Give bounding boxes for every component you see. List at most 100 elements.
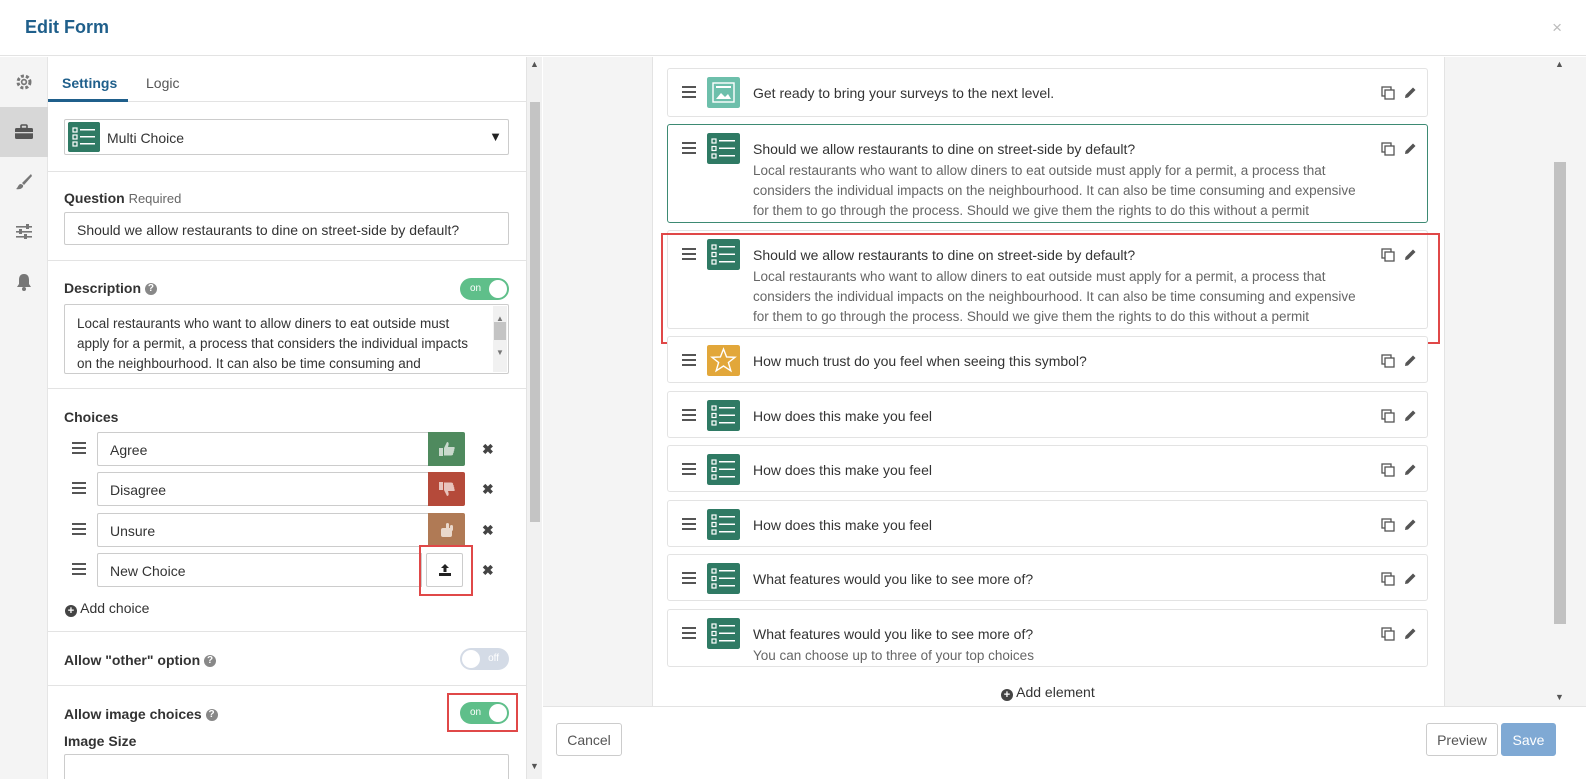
copy-icon[interactable]: [1381, 354, 1395, 368]
drag-handle-icon[interactable]: [682, 627, 696, 639]
element-title: What features would you like to see more…: [753, 626, 1034, 642]
form-element-card[interactable]: What features would you like to see more…: [667, 609, 1428, 667]
element-description: You can choose up to three of your top c…: [753, 648, 1034, 663]
copy-icon[interactable]: [1381, 627, 1395, 641]
highlight-box: [447, 693, 518, 732]
drag-handle-icon[interactable]: [72, 442, 86, 454]
choice-row: Agree ✖: [64, 432, 494, 466]
element-description: Local restaurants who want to allow dine…: [753, 163, 1356, 218]
drag-handle-icon[interactable]: [682, 463, 696, 475]
choice-input[interactable]: Disagree: [97, 472, 430, 506]
copy-icon[interactable]: [1381, 86, 1395, 100]
help-icon[interactable]: ?: [205, 709, 218, 722]
add-choice-link[interactable]: + Add choice: [65, 600, 149, 617]
pencil-icon[interactable]: [1403, 409, 1417, 423]
add-element-link[interactable]: + Add element: [1001, 684, 1095, 701]
choice-input[interactable]: Unsure: [97, 513, 430, 547]
image-size-select[interactable]: [64, 754, 509, 779]
drag-handle-icon[interactable]: [682, 572, 696, 584]
pencil-icon[interactable]: [1403, 627, 1417, 641]
scrollbar-thumb[interactable]: [1554, 162, 1566, 624]
pencil-icon[interactable]: [1403, 142, 1417, 156]
copy-icon[interactable]: [1381, 142, 1395, 156]
form-element-card[interactable]: How does this make you feel: [667, 445, 1428, 492]
sidebar-item-elements[interactable]: [0, 107, 48, 157]
pencil-icon[interactable]: [1403, 463, 1417, 477]
pencil-icon[interactable]: [1403, 86, 1417, 100]
question-input[interactable]: Should we allow restaurants to dine on s…: [64, 212, 509, 245]
choice-input[interactable]: Agree: [97, 432, 430, 466]
copy-icon[interactable]: [1381, 518, 1395, 532]
form-element-card[interactable]: Should we allow restaurants to dine on s…: [667, 124, 1428, 223]
choice-row: Unsure ✖: [64, 513, 494, 547]
delete-choice-icon[interactable]: ✖: [482, 522, 494, 539]
preview-button[interactable]: Preview: [1426, 723, 1498, 756]
element-title: How does this make you feel: [753, 408, 932, 424]
scroll-up-icon[interactable]: ▲: [1555, 59, 1564, 69]
close-icon[interactable]: ×: [1552, 18, 1562, 38]
choice-image[interactable]: [428, 513, 465, 547]
pencil-icon[interactable]: [1403, 518, 1417, 532]
form-element-card[interactable]: Get ready to bring your surveys to the n…: [667, 68, 1428, 117]
pencil-icon[interactable]: [1403, 354, 1417, 368]
multi-choice-icon: [707, 400, 740, 431]
element-type-select[interactable]: Multi Choice ▼: [64, 119, 509, 155]
description-label: Description ?: [64, 280, 157, 296]
choice-image[interactable]: [428, 472, 465, 506]
sidebar-item-options[interactable]: [0, 207, 48, 257]
scrollbar-thumb[interactable]: [530, 102, 540, 522]
drag-handle-icon[interactable]: [72, 482, 86, 494]
form-element-card[interactable]: What features would you like to see more…: [667, 554, 1428, 601]
copy-icon[interactable]: [1381, 409, 1395, 423]
drag-handle-icon[interactable]: [682, 354, 696, 366]
sidebar-item-notifications[interactable]: [0, 257, 48, 307]
element-title: How much trust do you feel when seeing t…: [753, 353, 1087, 369]
sidebar-item-style[interactable]: [0, 157, 48, 207]
description-toggle[interactable]: on: [460, 278, 509, 300]
allow-other-toggle[interactable]: off: [460, 648, 509, 670]
scroll-up-icon[interactable]: ▲: [530, 59, 539, 69]
scroll-down-icon[interactable]: ▼: [1555, 692, 1564, 702]
choice-image[interactable]: [428, 432, 465, 466]
help-icon[interactable]: ?: [144, 283, 157, 296]
drag-handle-icon[interactable]: [72, 523, 86, 535]
tab-logic[interactable]: Logic: [146, 75, 179, 91]
drag-handle-icon[interactable]: [72, 563, 86, 575]
sidebar-item-settings[interactable]: [0, 57, 48, 107]
settings-scrollbar[interactable]: ▲ ▼: [526, 57, 542, 779]
copy-icon[interactable]: [1381, 463, 1395, 477]
plus-circle-icon: +: [65, 605, 77, 617]
choice-row: Disagree ✖: [64, 472, 494, 506]
plus-circle-icon: +: [1001, 689, 1013, 701]
textarea-scrollbar[interactable]: ▲ ▼: [493, 306, 507, 372]
form-element-card[interactable]: How does this make you feel: [667, 391, 1428, 438]
form-element-card[interactable]: How does this make you feel: [667, 500, 1428, 547]
delete-choice-icon[interactable]: ✖: [482, 481, 494, 498]
multi-choice-icon: [707, 454, 740, 485]
form-element-card[interactable]: How much trust do you feel when seeing t…: [667, 336, 1428, 383]
element-title: How does this make you feel: [753, 462, 932, 478]
drag-handle-icon[interactable]: [682, 86, 696, 98]
multi-choice-icon: [68, 122, 100, 152]
drag-handle-icon[interactable]: [682, 142, 696, 154]
element-title: How does this make you feel: [753, 517, 932, 533]
scroll-down-icon[interactable]: ▼: [530, 761, 539, 771]
cancel-button[interactable]: Cancel: [556, 723, 622, 756]
save-button[interactable]: Save: [1501, 723, 1556, 756]
question-label: Question Required: [64, 190, 182, 206]
thumbs-up-icon: [438, 442, 455, 456]
description-textarea[interactable]: Local restaurants who want to allow dine…: [64, 304, 509, 374]
multi-choice-icon: [707, 509, 740, 540]
copy-icon[interactable]: [1381, 572, 1395, 586]
choice-input[interactable]: New Choice: [97, 553, 422, 587]
tab-settings[interactable]: Settings: [62, 75, 117, 91]
hand-icon: [440, 523, 453, 537]
drag-handle-icon[interactable]: [682, 518, 696, 530]
delete-choice-icon[interactable]: ✖: [482, 441, 494, 458]
preview-scrollbar[interactable]: ▲ ▼: [1552, 57, 1568, 706]
image-size-label: Image Size: [64, 733, 137, 749]
drag-handle-icon[interactable]: [682, 409, 696, 421]
delete-choice-icon[interactable]: ✖: [482, 562, 494, 579]
pencil-icon[interactable]: [1403, 572, 1417, 586]
help-icon[interactable]: ?: [204, 655, 217, 668]
